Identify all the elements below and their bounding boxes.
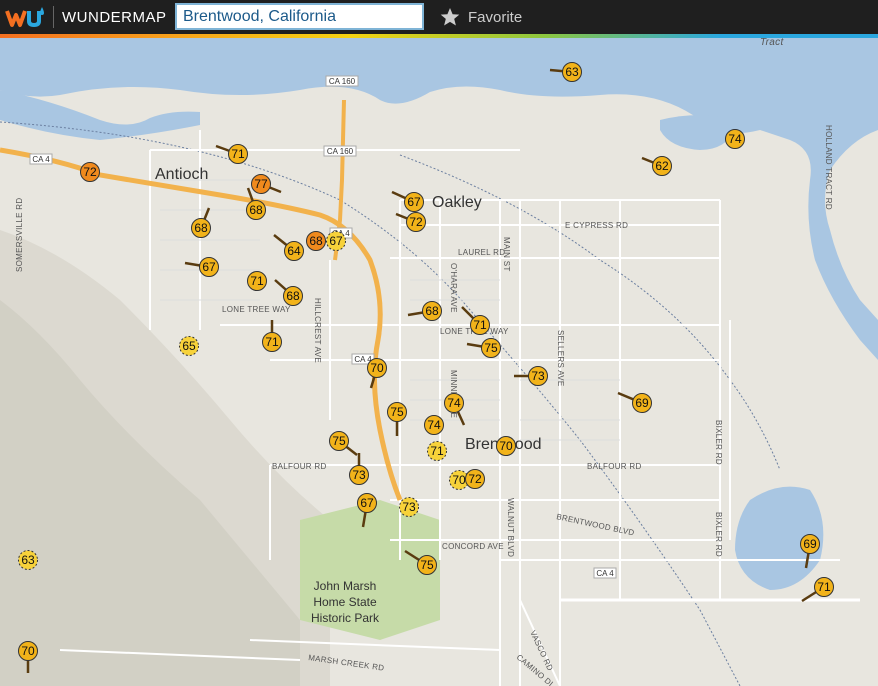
weather-map[interactable]: Antioch Oakley Brentwood John Marsh Home…	[0, 38, 878, 686]
weather-station-pin[interactable]: 65	[179, 336, 199, 356]
road-label: CONCORD AVE	[442, 542, 504, 551]
station-temperature: 67	[360, 496, 374, 510]
station-temperature: 64	[287, 244, 301, 258]
weather-station-pin[interactable]: 70	[496, 436, 516, 456]
wu-logo-icon[interactable]	[5, 5, 47, 29]
road-label: SOMERSVILLE RD	[15, 198, 24, 272]
road-label: BALFOUR RD	[272, 462, 327, 471]
station-temperature: 75	[484, 341, 498, 355]
weather-station-pin[interactable]: 67	[326, 231, 346, 251]
weather-station-pin[interactable]: 71	[247, 271, 267, 291]
station-temperature: 68	[309, 234, 323, 248]
station-temperature: 74	[447, 396, 461, 410]
road-label: BALFOUR RD	[587, 462, 642, 471]
road-label: E CYPRESS RD	[565, 221, 628, 230]
station-temperature: 68	[425, 304, 439, 318]
road-label: LAUREL RD	[458, 248, 505, 257]
weather-station-pin[interactable]: 68	[306, 231, 326, 251]
park-label-line3: Historic Park	[311, 611, 380, 625]
station-temperature: 72	[409, 215, 423, 229]
weather-station-pin[interactable]: 74	[725, 129, 745, 149]
station-temperature: 74	[728, 132, 742, 146]
road-label: O'HARA AVE	[449, 263, 458, 313]
station-temperature: 72	[468, 472, 482, 486]
road-label: BIXLER RD	[714, 420, 723, 465]
road-label: CA 160	[327, 147, 354, 156]
station-temperature: 71	[430, 444, 444, 458]
station-temperature: 70	[21, 644, 35, 658]
station-temperature: 71	[473, 318, 487, 332]
station-temperature: 72	[83, 165, 97, 179]
station-temperature: 67	[329, 234, 343, 248]
road-label: CA 4	[596, 569, 614, 578]
station-temperature: 71	[265, 335, 279, 349]
road-label: HILLCREST AVE	[313, 298, 322, 363]
station-temperature: 73	[352, 468, 366, 482]
top-bar: WUNDERMAP Favorite	[0, 0, 878, 34]
station-temperature: 73	[402, 500, 416, 514]
color-stripe	[0, 34, 878, 38]
station-temperature: 75	[332, 434, 346, 448]
park-label-line2: Home State	[313, 595, 377, 609]
logo-divider	[53, 6, 54, 28]
station-temperature: 75	[390, 405, 404, 419]
station-temperature: 65	[182, 339, 196, 353]
road-label: LONE TREE WAY	[222, 305, 291, 314]
station-temperature: 67	[407, 195, 421, 209]
station-temperature: 70	[452, 473, 466, 487]
station-temperature: 77	[254, 177, 268, 191]
road-label: BIXLER RD	[714, 512, 723, 557]
weather-station-pin[interactable]: 72	[80, 162, 100, 182]
favorite-label: Favorite	[468, 8, 523, 26]
road-label: WALNUT BLVD	[506, 498, 515, 557]
favorite-button[interactable]: Favorite	[440, 6, 522, 28]
city-label-oakley: Oakley	[432, 194, 482, 211]
weather-station-pin[interactable]: 73	[399, 497, 419, 517]
station-temperature: 71	[250, 274, 264, 288]
station-temperature: 67	[202, 260, 216, 274]
station-temperature: 70	[370, 361, 384, 375]
station-temperature: 69	[635, 396, 649, 410]
station-temperature: 74	[427, 418, 441, 432]
road-label: Tract	[760, 38, 784, 48]
station-temperature: 69	[803, 537, 817, 551]
station-temperature: 75	[420, 558, 434, 572]
station-temperature: 68	[249, 203, 263, 217]
station-temperature: 70	[499, 439, 513, 453]
station-temperature: 68	[286, 289, 300, 303]
location-search-input[interactable]	[175, 3, 424, 30]
station-temperature: 63	[565, 65, 579, 79]
station-temperature: 63	[21, 553, 35, 567]
road-label: MAIN ST	[502, 237, 511, 272]
weather-station-pin[interactable]: 74	[424, 415, 444, 435]
star-icon	[440, 8, 460, 26]
station-temperature: 68	[194, 221, 208, 235]
weather-station-pin[interactable]: 71	[427, 441, 447, 461]
station-temperature: 71	[817, 580, 831, 594]
road-label: HOLLAND TRACT RD	[824, 125, 833, 210]
road-label: CA 4	[32, 155, 50, 164]
city-label-antioch: Antioch	[155, 166, 208, 183]
station-temperature: 62	[655, 159, 669, 173]
park-label-line1: John Marsh	[314, 579, 377, 593]
app-title: WUNDERMAP	[62, 9, 167, 26]
weather-station-pin[interactable]: 72	[465, 469, 485, 489]
road-label: SELLERS AVE	[556, 330, 565, 387]
station-temperature: 71	[231, 147, 245, 161]
station-temperature: 73	[531, 369, 545, 383]
weather-station-pin[interactable]: 63	[18, 550, 38, 570]
road-label: CA 160	[329, 77, 356, 86]
